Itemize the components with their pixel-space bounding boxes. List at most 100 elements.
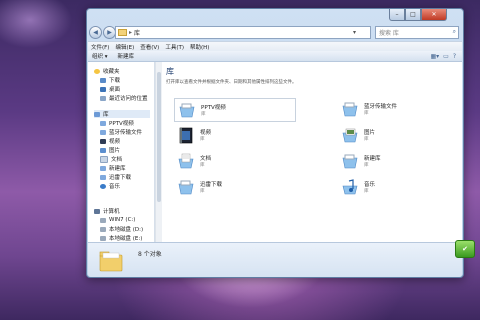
menu-tools[interactable]: 工具(T) bbox=[165, 43, 184, 51]
help-icon[interactable]: ? bbox=[453, 53, 456, 60]
details-pane: 8 个对象 bbox=[88, 242, 462, 277]
view-options-icon[interactable]: ▦▾ bbox=[430, 53, 439, 60]
library-tile-videos[interactable]: 视频 库 bbox=[174, 124, 294, 146]
sidebar-item-label: 本地磁盘 (D:) bbox=[109, 227, 144, 233]
sidebar-item-label: 下载 bbox=[109, 78, 121, 84]
sidebar-item-bluetooth[interactable]: 蓝牙传输文件 bbox=[100, 128, 142, 136]
sidebar-libraries[interactable]: 库 bbox=[94, 110, 150, 118]
menu-help[interactable]: 帮助(H) bbox=[190, 43, 209, 51]
tile-type: 库 bbox=[364, 189, 369, 194]
tile-name: PPTV视频 bbox=[201, 105, 226, 111]
sidebar-item-label: 迅雷下载 bbox=[109, 175, 132, 181]
sidebar-item-label: 音乐 bbox=[109, 184, 121, 190]
library-folder-icon bbox=[177, 178, 195, 196]
library-tile-xunlei[interactable]: 迅雷下载 库 bbox=[174, 176, 294, 198]
sidebar-item-label: PPTV视频 bbox=[109, 121, 134, 127]
tile-type: 库 bbox=[364, 163, 369, 168]
sidebar-item-music[interactable]: 音乐 bbox=[100, 182, 120, 190]
tile-type: 库 bbox=[200, 163, 205, 168]
star-icon bbox=[94, 68, 100, 74]
sidebar-item-documents[interactable]: 文档 bbox=[100, 155, 122, 163]
library-folder-icon bbox=[341, 100, 359, 118]
command-bar: 组织 ▾ 新建库 ▦▾ ▭ ? bbox=[88, 51, 462, 62]
desktop-gadget-check-icon[interactable]: ✔ bbox=[455, 240, 475, 258]
library-content: 库 打开库以查看文件并根据文件夹、日期和其他属性排列这些文件。 PPTV视频 库… bbox=[162, 62, 462, 242]
tile-type: 库 bbox=[364, 111, 369, 116]
sidebar-favorites[interactable]: 收藏夹 bbox=[94, 67, 120, 75]
sidebar-scrollbar[interactable] bbox=[155, 62, 162, 242]
library-icon bbox=[100, 120, 106, 126]
tile-name: 视频 bbox=[200, 130, 212, 136]
organize-button[interactable]: 组织 ▾ bbox=[92, 52, 108, 60]
library-icon bbox=[100, 174, 106, 180]
sidebar-item-xunlei[interactable]: 迅雷下载 bbox=[100, 173, 131, 181]
minimize-button[interactable]: – bbox=[389, 9, 405, 21]
desktop-icon bbox=[100, 86, 106, 92]
sidebar-item-downloads[interactable]: 下载 bbox=[100, 76, 120, 84]
address-path: 库 bbox=[134, 29, 141, 37]
sidebar-item-label: 本地磁盘 (E:) bbox=[109, 236, 143, 242]
video-library-icon bbox=[177, 126, 195, 144]
sidebar-item-label: 收藏夹 bbox=[103, 69, 120, 75]
library-tile-pptv[interactable]: PPTV视频 库 bbox=[174, 98, 296, 122]
picture-icon bbox=[100, 147, 106, 153]
sidebar-item-label: 桌面 bbox=[109, 87, 121, 93]
back-button[interactable]: ◀ bbox=[89, 25, 102, 39]
tile-type: 库 bbox=[201, 112, 206, 117]
drive-icon bbox=[100, 226, 106, 232]
drive-icon bbox=[100, 217, 106, 223]
download-folder-icon bbox=[100, 77, 106, 83]
sidebar-item-label: 视频 bbox=[109, 139, 121, 145]
search-icon[interactable]: ⌕ bbox=[453, 28, 456, 36]
search-input[interactable]: 搜索 库 ⌕ bbox=[375, 25, 459, 39]
sidebar-item-drive-d[interactable]: 本地磁盘 (D:) bbox=[100, 225, 143, 233]
library-tile-documents[interactable]: 文档 库 bbox=[174, 150, 294, 172]
menu-edit[interactable]: 编辑(E) bbox=[115, 43, 134, 51]
sidebar-item-label: 新建库 bbox=[109, 166, 126, 172]
sidebar-computer[interactable]: 计算机 bbox=[94, 207, 120, 215]
sidebar-item-new-library[interactable]: 新建库 bbox=[100, 164, 126, 172]
sidebar-item-videos[interactable]: 视频 bbox=[100, 137, 120, 145]
close-button[interactable]: ✕ bbox=[421, 9, 447, 21]
document-library-icon bbox=[177, 152, 195, 170]
sidebar-item-recent[interactable]: 最近访问的位置 bbox=[100, 94, 148, 102]
maximize-button[interactable]: □ bbox=[405, 9, 421, 21]
new-library-button[interactable]: 新建库 bbox=[118, 52, 135, 60]
library-description: 打开库以查看文件并根据文件夹、日期和其他属性排列这些文件。 bbox=[166, 80, 297, 85]
library-icon bbox=[100, 165, 106, 171]
sidebar-item-pictures[interactable]: 图片 bbox=[100, 146, 120, 154]
sidebar-item-drive-e[interactable]: 本地磁盘 (E:) bbox=[100, 234, 142, 242]
sidebar-item-desktop[interactable]: 桌面 bbox=[100, 85, 120, 93]
library-folder-icon bbox=[341, 152, 359, 170]
view-controls: ▦▾ ▭ ? bbox=[430, 53, 456, 60]
sidebar-item-pptv[interactable]: PPTV视频 bbox=[100, 119, 134, 127]
menu-view[interactable]: 查看(V) bbox=[140, 43, 159, 51]
tile-type: 库 bbox=[200, 189, 205, 194]
library-tile-pictures[interactable]: 图片 库 bbox=[338, 124, 458, 146]
music-icon bbox=[100, 183, 106, 189]
menu-file[interactable]: 文件(F) bbox=[91, 43, 109, 51]
tile-name: 迅雷下载 bbox=[200, 182, 223, 188]
tile-name: 图片 bbox=[364, 130, 376, 136]
search-placeholder: 搜索 库 bbox=[379, 29, 399, 37]
library-tile-new-library[interactable]: 新建库 库 bbox=[338, 150, 458, 172]
library-tile-music[interactable]: 音乐 库 bbox=[338, 176, 458, 198]
tile-type: 库 bbox=[364, 137, 369, 142]
page-title: 库 bbox=[166, 67, 174, 76]
tile-name: 蓝牙传输文件 bbox=[364, 104, 398, 110]
address-row: ◀ ▶ ▸ 库 ▾ ⟳ 搜索 库 ⌕ bbox=[89, 25, 459, 39]
music-library-icon bbox=[341, 178, 359, 196]
sidebar-item-drive-c[interactable]: WIN7 (C:) bbox=[100, 216, 135, 224]
address-bar[interactable]: ▸ 库 ▾ ⟳ bbox=[115, 25, 391, 39]
drive-icon bbox=[100, 235, 106, 241]
library-tile-bluetooth[interactable]: 蓝牙传输文件 库 bbox=[338, 98, 458, 120]
sidebar-item-label: 文档 bbox=[111, 157, 123, 163]
explorer-window: – □ ✕ ◀ ▶ ▸ 库 ▾ ⟳ 搜索 库 ⌕ 文件(F) 编辑(E) 查看(… bbox=[86, 8, 464, 278]
sidebar-item-label: 库 bbox=[103, 112, 109, 118]
tile-type: 库 bbox=[200, 137, 205, 142]
library-folder-icon bbox=[178, 101, 196, 119]
library-folder-icon bbox=[98, 247, 124, 273]
preview-pane-icon[interactable]: ▭ bbox=[443, 53, 449, 60]
address-dropdown-icon[interactable]: ▾ bbox=[353, 29, 356, 36]
scrollbar-thumb[interactable] bbox=[157, 72, 161, 202]
